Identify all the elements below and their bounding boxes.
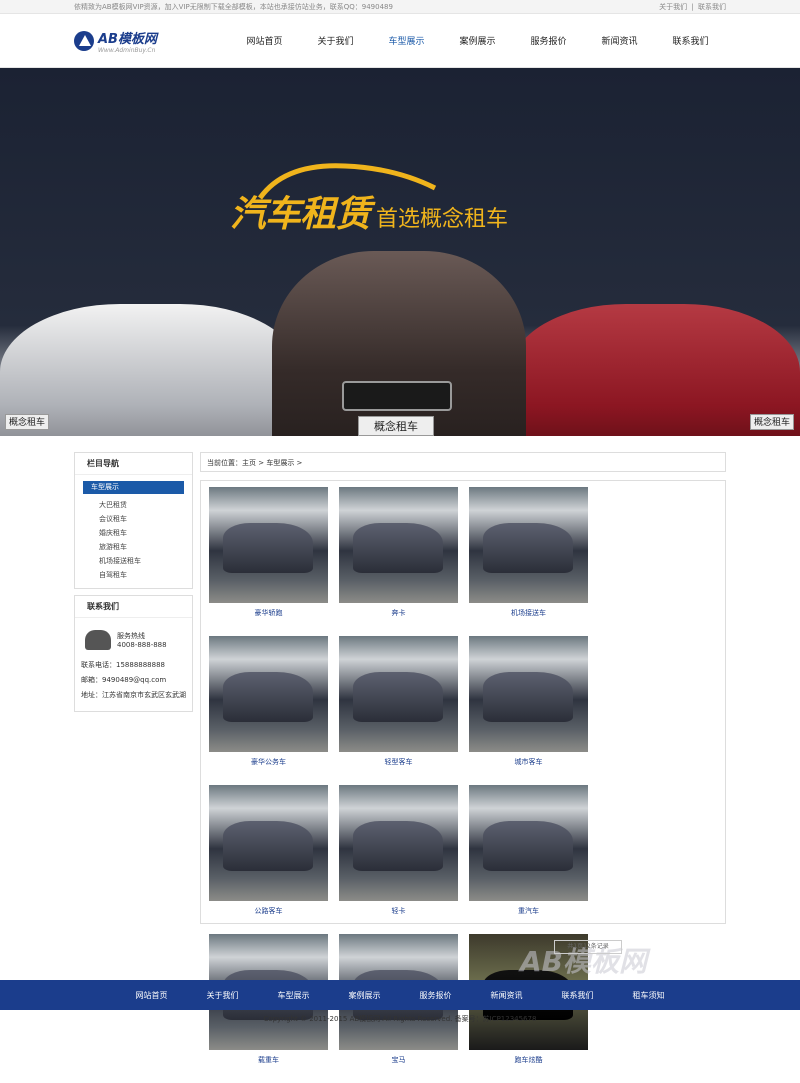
main-nav: 网站首页 关于我们 车型展示 案例展示 服务报价 新闻资讯 联系我们	[229, 34, 726, 47]
silver-car-image: 概念租车	[0, 304, 300, 436]
product-grid: 豪华轿跑 奔卡 机场接送车 豪华公务车 轻型客车 城市客车 公路客车 轻卡 重汽…	[200, 480, 726, 1064]
hotline-row: 服务热线 4008-888-888	[81, 630, 186, 650]
product-card[interactable]: 轻卡	[339, 785, 458, 934]
top-link-sep: |	[691, 2, 694, 11]
category-list: 大巴租赁 会议租车 婚庆租车 旅游租车 机场接送租车 自驾租车	[75, 494, 192, 588]
copyright: Copyright © 2011-2015 AB模板网 All Rights R…	[263, 1015, 537, 1023]
product-image[interactable]	[339, 487, 458, 603]
product-title[interactable]: 宝马	[339, 1050, 458, 1070]
product-card[interactable]: 奔卡	[339, 487, 458, 636]
dark-car-image: 概念租车	[272, 251, 526, 436]
footer-link[interactable]: 新闻资讯	[471, 990, 542, 1001]
contact-info: 服务热线 4008-888-888 联系电话：15888888888 邮箱：94…	[75, 618, 192, 711]
category-item[interactable]: 旅游租车	[99, 540, 192, 554]
hotline-label: 服务热线	[117, 632, 145, 640]
product-image[interactable]	[209, 636, 328, 752]
product-image[interactable]	[469, 636, 588, 752]
footer-link[interactable]: 关于我们	[187, 990, 258, 1001]
top-notice: 依精致为AB模板网VIP资源，加入VIP无限制下载全部模板，本站也承接仿站业务，…	[74, 2, 393, 11]
category-item[interactable]: 自驾租车	[99, 568, 192, 582]
site-logo[interactable]: AB模板网 Www.AdminBuy.Cn	[74, 28, 229, 54]
footer-link[interactable]: 租车须知	[613, 990, 684, 1001]
category-title: 栏目导航	[75, 453, 192, 475]
hotline-number: 4008-888-888	[117, 641, 167, 649]
contact-title: 联系我们	[75, 596, 192, 618]
footer-link[interactable]: 案例展示	[329, 990, 400, 1001]
top-link-contact[interactable]: 联系我们	[698, 3, 726, 11]
sidebar: 栏目导航 车型展示 大巴租赁 会议租车 婚庆租车 旅游租车 机场接送租车 自驾租…	[74, 452, 193, 718]
nav-home[interactable]: 网站首页	[229, 34, 300, 47]
product-card[interactable]: 公路客车	[209, 785, 328, 934]
license-plate: 概念租车	[750, 414, 794, 430]
category-item[interactable]: 婚庆租车	[99, 526, 192, 540]
category-active[interactable]: 车型展示	[83, 481, 184, 494]
contact-box: 联系我们 服务热线 4008-888-888 联系电话：15888888888 …	[74, 595, 193, 712]
contact-phone: 联系电话：15888888888	[81, 661, 165, 669]
pagination[interactable]: 共1页12条记录	[554, 940, 622, 954]
header: AB模板网 Www.AdminBuy.Cn 网站首页 关于我们 车型展示 案例展…	[0, 14, 800, 68]
license-plate: 概念租车	[5, 414, 49, 430]
product-image[interactable]	[469, 785, 588, 901]
product-image[interactable]	[209, 487, 328, 603]
red-car-image: 概念租车	[510, 304, 800, 436]
product-image[interactable]	[469, 487, 588, 603]
product-title[interactable]: 轻型客车	[339, 752, 458, 772]
car-grille	[342, 381, 452, 411]
product-card[interactable]: 轻型客车	[339, 636, 458, 785]
top-link-about[interactable]: 关于我们	[659, 3, 687, 11]
product-card[interactable]: 城市客车	[469, 636, 588, 785]
category-box: 栏目导航 车型展示 大巴租赁 会议租车 婚庆租车 旅游租车 机场接送租车 自驾租…	[74, 452, 193, 589]
product-title[interactable]: 跑车炫酷	[469, 1050, 588, 1070]
footer-link[interactable]: 车型展示	[258, 990, 329, 1001]
product-title[interactable]: 重汽车	[469, 901, 588, 921]
footer-link[interactable]: 网站首页	[116, 990, 187, 1001]
logo-text: AB模板网 Www.AdminBuy.Cn	[98, 28, 157, 54]
contact-email: 邮箱：9490489@qq.com	[81, 676, 167, 684]
content-area: 当前位置：主页 > 车型展示 > 豪华轿跑 奔卡 机场接送车 豪华公务车 轻型客…	[200, 452, 726, 1064]
product-card[interactable]: 重汽车	[469, 785, 588, 934]
hero-banner[interactable]: 汽车租赁 首选概念租车 概念租车 概念租车 概念租车	[0, 68, 800, 436]
slogan-sub: 首选概念租车	[376, 207, 509, 232]
nav-news[interactable]: 新闻资讯	[584, 34, 655, 47]
nav-cases[interactable]: 案例展示	[442, 34, 513, 47]
product-title[interactable]: 豪华轿跑	[209, 603, 328, 623]
logo-title: AB模板网	[98, 31, 157, 47]
product-title[interactable]: 机场接送车	[469, 603, 588, 623]
category-item[interactable]: 会议租车	[99, 512, 192, 526]
product-image[interactable]	[339, 785, 458, 901]
product-card[interactable]: 豪华轿跑	[209, 487, 328, 636]
product-image[interactable]	[339, 636, 458, 752]
nav-models[interactable]: 车型展示	[371, 34, 442, 47]
logo-icon	[74, 30, 94, 51]
banner-slogan: 汽车租赁 首选概念租车	[230, 185, 508, 237]
license-plate: 概念租车	[358, 416, 434, 436]
footer-link[interactable]: 服务报价	[400, 990, 471, 1001]
logo-subtitle: Www.AdminBuy.Cn	[98, 46, 156, 54]
telephone-icon	[85, 630, 111, 650]
contact-address: 地址：江苏省南京市玄武区玄武湖	[81, 691, 186, 699]
footer-link[interactable]: 联系我们	[542, 990, 613, 1001]
product-card[interactable]: 豪华公务车	[209, 636, 328, 785]
footer-nav: 网站首页 关于我们 车型展示 案例展示 服务报价 新闻资讯 联系我们 租车须知	[0, 980, 800, 1010]
nav-about[interactable]: 关于我们	[300, 34, 371, 47]
nav-pricing[interactable]: 服务报价	[513, 34, 584, 47]
category-item[interactable]: 大巴租赁	[99, 498, 192, 512]
top-links: 关于我们 | 联系我们	[657, 2, 726, 12]
product-card[interactable]: 机场接送车	[469, 487, 588, 636]
top-bar: 依精致为AB模板网VIP资源，加入VIP无限制下载全部模板，本站也承接仿站业务，…	[0, 0, 800, 14]
product-title[interactable]: 豪华公务车	[209, 752, 328, 772]
nav-contact[interactable]: 联系我们	[655, 34, 726, 47]
product-title[interactable]: 城市客车	[469, 752, 588, 772]
product-image[interactable]	[209, 785, 328, 901]
breadcrumb: 当前位置：主页 > 车型展示 >	[200, 452, 726, 472]
product-title[interactable]: 奔卡	[339, 603, 458, 623]
category-item[interactable]: 机场接送租车	[99, 554, 192, 568]
slogan-main: 汽车租赁	[230, 194, 371, 235]
product-title[interactable]: 载重车	[209, 1050, 328, 1070]
product-title[interactable]: 公路客车	[209, 901, 328, 921]
product-title[interactable]: 轻卡	[339, 901, 458, 921]
